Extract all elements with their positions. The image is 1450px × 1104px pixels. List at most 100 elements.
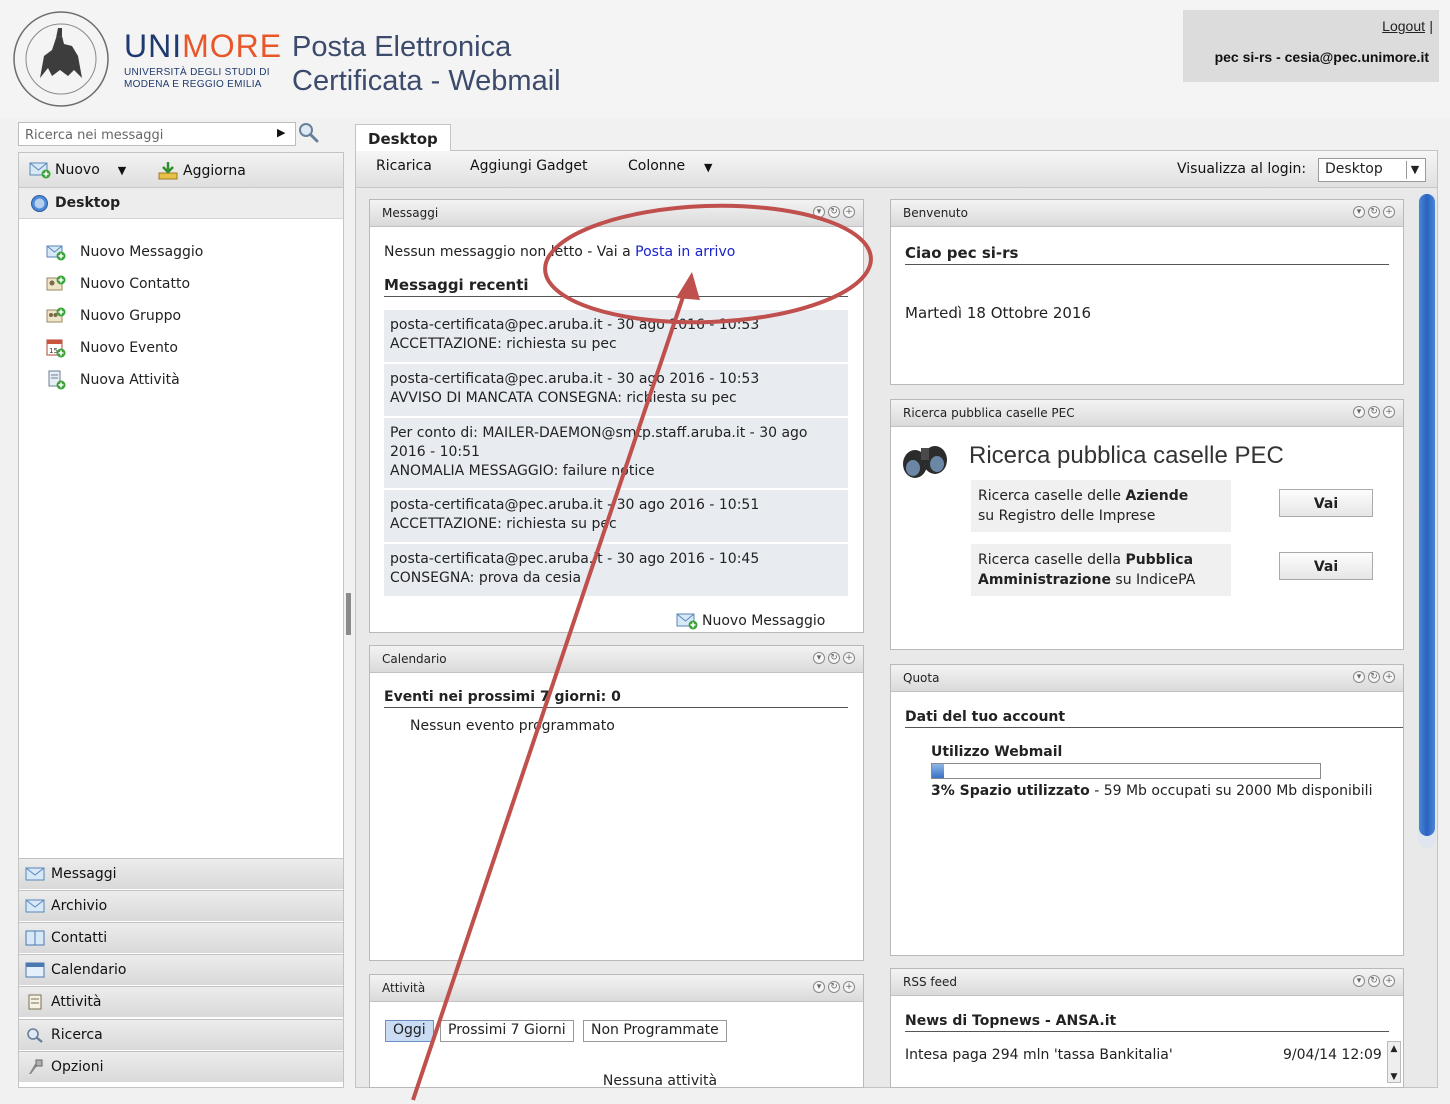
message-subject: ANOMALIA MESSAGGIO: failure notice [390,463,655,479]
message-sender-date: posta-certificata@pec.aruba.it - 30 ago … [390,371,760,387]
message-item[interactable]: posta-certificata@pec.aruba.it - 30 ago … [384,544,848,596]
columns-chevron-down-icon[interactable]: ▼ [704,161,712,174]
gadget-title: Benvenuto [903,206,968,220]
reload-icon[interactable]: ↻ [1368,206,1380,218]
chevron-down-icon[interactable]: ▼ [118,164,126,177]
quick-link-new-group[interactable]: Nuovo Gruppo [46,305,181,327]
main-scrollbar-thumb[interactable] [1419,194,1435,836]
minimize-icon[interactable]: ▾ [813,652,825,664]
minimize-icon[interactable]: ▾ [1353,671,1365,683]
login-view-label: Visualizza al login: [1177,161,1307,177]
sidebar-item-opzioni[interactable]: Opzioni [19,1051,343,1082]
new-button[interactable]: Nuovo ▼ [29,161,126,179]
logout-link[interactable]: Logout [1382,18,1425,34]
search-input[interactable] [19,123,261,147]
login-view-value: Desktop [1325,161,1383,177]
message-item[interactable]: posta-certificata@pec.aruba.it - 30 ago … [384,310,848,362]
search-icon[interactable] [297,121,319,143]
minimize-icon[interactable]: ▾ [813,206,825,218]
tab-today[interactable]: Oggi [385,1020,434,1042]
maximize-icon[interactable]: + [1383,206,1395,218]
brand-subtitle: UNIVERSITÀ DEGLI STUDI DI MODENA E REGGI… [124,67,270,90]
minimize-icon[interactable]: ▾ [813,981,825,993]
search-box [18,122,296,147]
binoculars-icon [903,446,947,478]
minimize-icon[interactable]: ▾ [1353,975,1365,987]
gadget-controls: ▾ ↻ + [1353,406,1395,418]
new-message-icon [46,245,66,261]
message-item[interactable]: posta-certificata@pec.aruba.it - 30 ago … [384,490,848,542]
quick-link-new-task[interactable]: Nuova Attività [46,369,180,391]
reload-button[interactable]: Ricarica [376,158,432,174]
minimize-icon[interactable]: ▾ [1353,406,1365,418]
address-book-icon [25,930,45,946]
maximize-icon[interactable]: + [843,206,855,218]
business-search-description: Ricerca caselle delle Aziende su Registr… [971,480,1231,532]
columns-button[interactable]: Colonne [628,158,685,174]
gadget-header: RSS feed ▾ ↻ + [891,969,1403,996]
add-gadget-button[interactable]: Aggiungi Gadget [470,158,588,174]
reload-icon[interactable]: ↻ [828,206,840,218]
pec-search-heading: Ricerca pubblica caselle PEC [969,442,1284,469]
rss-item-title[interactable]: Intesa paga 294 mln 'tassa Bankitalia' [905,1047,1173,1063]
tab-desktop[interactable]: Desktop [355,124,451,152]
brand-name: UNIMORE [124,28,283,64]
sidebar-item-label: Archivio [51,898,108,914]
rss-scrollbar[interactable]: ▲ ▼ [1387,1041,1401,1083]
minimize-icon[interactable]: ▾ [1353,206,1365,218]
tools-icon [29,1059,43,1074]
new-message-label: Nuovo Messaggio [702,613,826,629]
refresh-label: Aggiorna [183,163,246,179]
quick-link-new-message[interactable]: Nuovo Messaggio [46,241,203,263]
gadget-title: Attività [382,981,426,995]
sidebar-item-attivita[interactable]: Attività [19,986,343,1017]
message-subject: AVVISO DI MANCATA CONSEGNA: richiesta su… [390,390,737,406]
no-events-text: Nessun evento programmato [410,718,615,734]
gadget-title: Ricerca pubblica caselle PEC [903,406,1075,420]
reload-icon[interactable]: ↻ [828,981,840,993]
sidebar-item-label: Calendario [51,962,127,978]
quick-link-new-event[interactable]: 15 Nuovo Evento [46,337,178,359]
search-options-arrow-icon[interactable]: ▶ [277,126,285,139]
gadget-title: RSS feed [903,975,957,989]
quick-link-label: Nuovo Gruppo [80,308,182,324]
sidebar-toolbar: Nuovo ▼ Aggiorna [19,153,343,188]
maximize-icon[interactable]: + [1383,671,1395,683]
inbox-link[interactable]: Posta in arrivo [635,244,735,260]
new-task-icon [48,370,66,390]
tab-next-7-days[interactable]: Prossimi 7 Giorni [440,1020,574,1042]
quota-gadget: Quota ▾ ↻ + Dati del tuo account Utilizz… [890,664,1404,956]
business-search-button[interactable]: Vai [1279,489,1373,517]
refresh-button[interactable]: Aggiorna [157,161,246,181]
sidebar-item-label: Opzioni [51,1059,104,1075]
reload-icon[interactable]: ↻ [1368,406,1380,418]
greeting: Ciao pec si-rs [905,244,1389,265]
quick-link-new-contact[interactable]: Nuovo Contatto [46,273,190,295]
reload-icon[interactable]: ↻ [828,652,840,664]
message-item[interactable]: Per conto di: MAILER-DAEMON@smtp.staff.a… [384,418,848,488]
tab-unscheduled[interactable]: Non Programmate [583,1020,727,1042]
new-group-icon [46,307,66,323]
public-admin-search-button[interactable]: Vai [1279,552,1373,580]
message-item[interactable]: posta-certificata@pec.aruba.it - 30 ago … [384,364,848,416]
message-subject: CONSEGNA: prova da cesia [390,570,582,586]
login-view-select[interactable]: Desktop ▼ [1318,158,1426,182]
desktop-nav-item[interactable]: Desktop [19,188,343,219]
sidebar-item-ricerca[interactable]: Ricerca [19,1019,343,1050]
reload-icon[interactable]: ↻ [1368,671,1380,683]
sidebar-item-messaggi[interactable]: Messaggi [19,858,343,889]
no-tasks-text: Nessuna attività [602,1073,718,1089]
reload-icon[interactable]: ↻ [1368,975,1380,987]
maximize-icon[interactable]: + [843,981,855,993]
new-message-icon [676,613,698,630]
message-sender-date: Per conto di: MAILER-DAEMON@smtp.staff.a… [390,425,808,460]
sidebar-item-contatti[interactable]: Contatti [19,922,343,953]
usage-progress-fill [932,764,944,778]
new-message-link[interactable]: Nuovo Messaggio [676,612,825,630]
panel-splitter-handle[interactable] [346,593,351,635]
sidebar-item-calendario[interactable]: Calendario [19,954,343,985]
sidebar-item-archivio[interactable]: Archivio [19,890,343,921]
maximize-icon[interactable]: + [843,652,855,664]
maximize-icon[interactable]: + [1383,406,1395,418]
maximize-icon[interactable]: + [1383,975,1395,987]
